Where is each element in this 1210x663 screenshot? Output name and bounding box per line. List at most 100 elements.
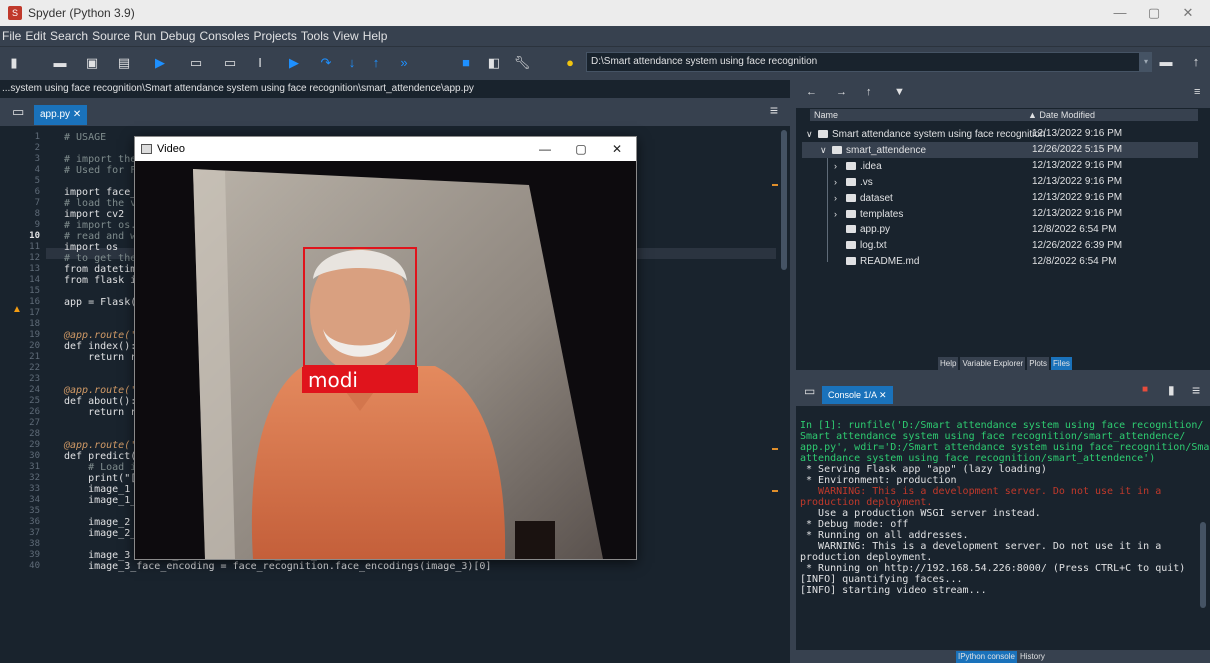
video-close-button[interactable]: ✕	[599, 137, 635, 161]
menu-consoles[interactable]: Consoles	[199, 29, 249, 43]
file-tree-row[interactable]: › templates 12/13/2022 9:16 PM	[802, 206, 1198, 222]
console-scrollbar[interactable]	[1200, 426, 1206, 646]
menu-projects[interactable]: Projects	[254, 29, 297, 43]
parent-icon[interactable]: ↑	[866, 86, 872, 98]
browse-directory-icon[interactable]: ▬	[1156, 52, 1176, 72]
forward-icon[interactable]: →	[836, 86, 847, 98]
console-scrollbar-thumb[interactable]	[1200, 522, 1206, 608]
code-line[interactable]: image_3_face_encoding = face_recognition…	[64, 561, 491, 572]
code-line[interactable]: @app.route('/	[64, 385, 142, 396]
menu-source[interactable]: Source	[92, 29, 130, 43]
code-line[interactable]: app = Flask(	[64, 297, 136, 308]
save-icon[interactable]: ▣	[82, 53, 102, 73]
clear-console-icon[interactable]: ▮	[1168, 383, 1175, 397]
editor-scrollbar[interactable]	[780, 126, 788, 663]
expand-arrow-icon[interactable]: ›	[834, 174, 844, 190]
close-tab-icon[interactable]: ✕	[73, 109, 81, 120]
parent-directory-icon[interactable]: ↑	[1186, 52, 1206, 72]
code-line[interactable]: @app.route('/	[64, 330, 142, 341]
code-line[interactable]: import face_r	[64, 187, 142, 198]
expand-arrow-icon[interactable]: ∨	[806, 126, 816, 142]
code-line[interactable]: print("[I	[64, 473, 142, 484]
step-over-icon[interactable]: ↷	[316, 53, 336, 73]
menu-debug[interactable]: Debug	[160, 29, 195, 43]
tab-history[interactable]: History	[1018, 651, 1047, 663]
file-tree-row[interactable]: › .vs 12/13/2022 9:16 PM	[802, 174, 1198, 190]
code-line[interactable]: def about():	[64, 396, 136, 407]
python-path-icon[interactable]: ●	[560, 53, 580, 73]
browse-tabs-icon[interactable]: ▭	[12, 104, 24, 120]
file-tree-row[interactable]: › dataset 12/13/2022 9:16 PM	[802, 190, 1198, 206]
step-into-icon[interactable]: ↓	[342, 53, 362, 73]
code-line[interactable]: @app.route('/	[64, 440, 142, 451]
filter-icon[interactable]: ▼	[894, 86, 905, 98]
ipython-console[interactable]: In [1]: runfile('D:/Smart attendance sys…	[796, 406, 1210, 650]
file-tree-row[interactable]: › .idea 12/13/2022 9:16 PM	[802, 158, 1198, 174]
menu-edit[interactable]: Edit	[25, 29, 46, 43]
close-button[interactable]: ✕	[1168, 0, 1208, 26]
video-minimize-button[interactable]: —	[527, 137, 563, 161]
run-selection-icon[interactable]: I	[250, 53, 270, 73]
menu-help[interactable]: Help	[363, 29, 388, 43]
pane-tab-plots[interactable]: Plots	[1027, 357, 1050, 370]
code-line[interactable]: # load the vi	[64, 198, 142, 209]
expand-arrow-icon[interactable]: ›	[834, 206, 844, 222]
code-line[interactable]: return re	[64, 352, 142, 363]
new-file-icon[interactable]: ▮	[4, 53, 24, 73]
working-directory-dropdown[interactable]: ▾	[1140, 52, 1152, 72]
file-tree-row[interactable]: README.md 12/8/2022 6:54 PM	[802, 254, 1198, 270]
menu-run[interactable]: Run	[134, 29, 156, 43]
menu-file[interactable]: File	[2, 29, 21, 43]
step-return-icon[interactable]: ↑	[366, 53, 386, 73]
console-options-icon[interactable]: ≡	[1192, 382, 1200, 398]
file-tree-row[interactable]: ∨ smart_attendence 12/26/2022 5:15 PM	[802, 142, 1198, 158]
tab-app-py[interactable]: app.py ✕	[34, 105, 88, 125]
pane-tab-help[interactable]: Help	[938, 357, 959, 370]
run-icon[interactable]: ▶	[150, 53, 170, 73]
code-line[interactable]: return re	[64, 407, 142, 418]
back-icon[interactable]: ←	[806, 86, 817, 98]
code-line[interactable]: def predict()	[64, 451, 142, 462]
code-line[interactable]: import os	[64, 242, 118, 253]
warning-icon[interactable]: ▲	[12, 304, 22, 315]
code-line[interactable]: # USAGE	[64, 132, 106, 143]
code-line[interactable]: # read and wr	[64, 231, 142, 242]
header-date[interactable]: ▲ Date Modified	[1028, 109, 1095, 121]
run-cell-icon[interactable]: ▭	[186, 53, 206, 73]
file-tree-row[interactable]: ∨ Smart attendance system using face reco…	[802, 126, 1198, 142]
debug-icon[interactable]: ▶	[284, 53, 304, 73]
menu-view[interactable]: View	[333, 29, 359, 43]
file-tree-row[interactable]: app.py 12/8/2022 6:54 PM	[802, 222, 1198, 238]
code-line[interactable]: from flask im	[64, 275, 142, 286]
expand-arrow-icon[interactable]: ∨	[820, 142, 830, 158]
menu-search[interactable]: Search	[50, 29, 88, 43]
code-line[interactable]: import cv2	[64, 209, 124, 220]
stop-icon[interactable]: ■	[456, 53, 476, 73]
scrollbar-thumb[interactable]	[781, 130, 787, 270]
code-line[interactable]: # to get the	[64, 253, 136, 264]
file-tree-row[interactable]: log.txt 12/26/2022 6:39 PM	[802, 238, 1198, 254]
code-line[interactable]: # import os.p	[64, 220, 142, 231]
interrupt-icon[interactable]: ■	[1142, 384, 1148, 395]
save-all-icon[interactable]: ▤	[114, 53, 134, 73]
code-line[interactable]: # import the	[64, 154, 136, 165]
code-line[interactable]: # Load im	[64, 462, 142, 473]
header-name[interactable]: Name	[814, 109, 838, 121]
code-line[interactable]: def index():	[64, 341, 136, 352]
files-options-icon[interactable]: ≡	[1194, 86, 1200, 98]
maximize-pane-icon[interactable]: ◧	[484, 53, 504, 73]
pane-tab-files[interactable]: Files	[1051, 357, 1072, 370]
menu-tools[interactable]: Tools	[301, 29, 329, 43]
browse-consoles-icon[interactable]: ▭	[804, 384, 815, 398]
editor-options-icon[interactable]: ≡	[770, 102, 778, 118]
pane-tab-variable-explorer[interactable]: Variable Explorer	[960, 357, 1026, 370]
working-directory-input[interactable]: D:\Smart attendance system using face re…	[586, 52, 1140, 72]
expand-arrow-icon[interactable]: ›	[834, 158, 844, 174]
open-folder-icon[interactable]: ▬	[50, 53, 70, 73]
code-line[interactable]: # Used for Fa	[64, 165, 142, 176]
run-cell-advance-icon[interactable]: ▭	[220, 53, 240, 73]
continue-icon[interactable]: »	[394, 53, 414, 73]
tab-console[interactable]: Console 1/A ✕	[822, 386, 893, 404]
code-line[interactable]: from datetime	[64, 264, 142, 275]
tab-ipython-console[interactable]: IPython console	[956, 651, 1017, 663]
